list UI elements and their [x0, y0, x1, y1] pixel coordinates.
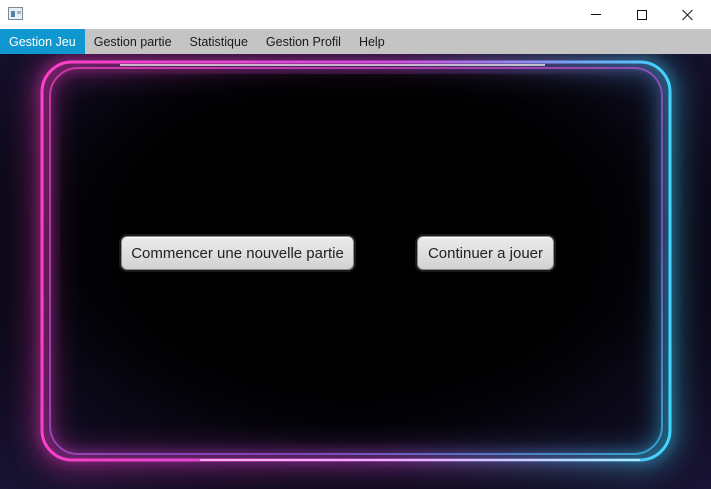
minimize-button[interactable] — [573, 0, 619, 29]
close-icon — [682, 9, 694, 21]
app-window-icon — [8, 7, 23, 20]
menu-help[interactable]: Help — [350, 29, 394, 54]
menu-gestion-jeu[interactable]: Gestion Jeu — [0, 29, 85, 54]
menu-statistique[interactable]: Statistique — [181, 29, 257, 54]
menu-gestion-partie[interactable]: Gestion partie — [85, 29, 181, 54]
close-button[interactable] — [665, 0, 711, 29]
maximize-icon — [637, 9, 647, 20]
continue-button[interactable]: Continuer a jouer — [417, 236, 554, 270]
title-bar — [0, 0, 711, 29]
maximize-button[interactable] — [619, 0, 665, 29]
minimize-icon — [591, 14, 601, 15]
menu-bar: Gestion Jeu Gestion partie Statistique G… — [0, 29, 711, 54]
main-content: Commencer une nouvelle partie Continuer … — [0, 54, 711, 489]
menu-gestion-profil[interactable]: Gestion Profil — [257, 29, 350, 54]
neon-frame-background — [31, 54, 681, 473]
new-game-button[interactable]: Commencer une nouvelle partie — [121, 236, 354, 270]
